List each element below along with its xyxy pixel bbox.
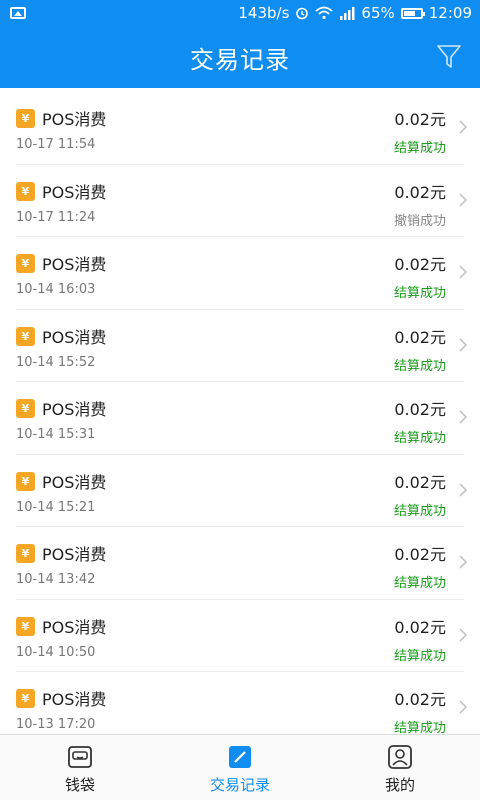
transaction-amount: 0.02元 (394, 545, 446, 564)
chevron-right-icon (459, 192, 468, 207)
transaction-status: 结算成功 (393, 648, 446, 664)
transaction-row[interactable]: ¥ POS消费 10-14 10:50 0.02元结算成功 (16, 600, 468, 672)
transaction-status: 撤销成功 (393, 213, 446, 229)
transaction-status: 结算成功 (393, 286, 446, 301)
records-icon (229, 746, 251, 768)
battery-icon (400, 7, 425, 19)
chevron-right-icon (459, 555, 468, 569)
transaction-title: POS消费 (42, 182, 107, 202)
transaction-row[interactable]: ¥ POS消费 10-14 15:31 0.02元结算成功 (16, 382, 468, 455)
chevron-right-icon (459, 337, 468, 352)
nav-mine-label: 我的 (384, 776, 415, 794)
transaction-amount: 0.02元 (394, 255, 446, 274)
transaction-status: 结算成功 (393, 358, 446, 374)
network-speed: 143b/s (238, 4, 290, 22)
transaction-list: ¥ POS消费 10-17 11:54 0.02元 结算成功 ¥ POS消费 10-17 11… (0, 88, 480, 734)
transaction-row[interactable]: ¥ POS消费 10-13 17:20 0.02元结算成功 (16, 672, 468, 734)
transaction-status: 结算成功 (393, 431, 446, 446)
chevron-right-icon (459, 410, 468, 424)
transaction-amount: 0.02元 (394, 110, 446, 129)
chevron-right-icon (459, 627, 468, 642)
bottom-nav: 钱袋 交易记录 我的 (0, 734, 480, 800)
transaction-time: 10-14 10:50 (16, 644, 96, 660)
transaction-time: 10-17 11:24 (16, 209, 96, 225)
transaction-title: POS消费 (42, 400, 107, 419)
transaction-title: POS消费 (42, 255, 107, 274)
transaction-row[interactable]: ¥ POS消费 10-14 13:42 0.02元结算成功 (16, 527, 468, 600)
yen-icon: ¥ (16, 544, 35, 563)
battery-percent: 65% (361, 4, 395, 22)
transaction-title: POS消费 (42, 690, 107, 709)
yen-icon: ¥ (16, 399, 35, 418)
transaction-row[interactable]: ¥ POS消费 10-14 15:52 0.02元结算成功 (16, 310, 468, 382)
yen-icon: ¥ (16, 254, 35, 273)
gallery-notification-icon (10, 7, 26, 19)
transaction-title: POS消费 (42, 110, 107, 129)
transaction-amount: 0.02元 (394, 690, 446, 709)
chevron-right-icon (459, 482, 468, 497)
filter-icon[interactable] (436, 43, 462, 71)
transaction-row[interactable]: ¥ POS消费 10-14 16:03 0.02元结算成功 (16, 237, 468, 310)
chevron-right-icon (459, 265, 468, 279)
transaction-title: POS消费 (42, 617, 107, 637)
yen-icon: ¥ (16, 471, 35, 491)
alarm-icon (295, 6, 309, 20)
transaction-status: 结算成功 (393, 503, 446, 519)
transaction-amount: 0.02元 (394, 182, 446, 202)
wallet-icon (68, 746, 92, 768)
transaction-title: POS消费 (42, 327, 107, 347)
clock: 12:09 (428, 4, 472, 22)
wifi-icon (315, 6, 334, 20)
transaction-time: 10-14 15:31 (16, 427, 96, 442)
signal-icon (339, 6, 355, 20)
transaction-row[interactable]: ¥ POS消费 10-17 11:24 0.02元撤销成功 (16, 165, 468, 237)
transaction-amount: 0.02元 (394, 617, 446, 637)
nav-wallet-label: 钱袋 (64, 776, 95, 794)
page-title: 交易记录 (190, 45, 290, 74)
nav-records-label: 交易记录 (209, 776, 270, 794)
yen-icon: ¥ (16, 326, 35, 346)
transaction-time: 10-13 17:20 (16, 717, 96, 732)
user-icon (388, 745, 412, 769)
transaction-row[interactable]: ¥ POS消费 10-17 11:54 0.02元结算成功 (16, 92, 468, 165)
transaction-time: 10-17 11:54 (16, 137, 96, 152)
status-bar: 143b/s 65% 12:09 (0, 0, 480, 26)
transaction-amount: 0.02元 (394, 472, 446, 492)
transaction-row[interactable]: ¥ POS消费 10-14 15:21 0.02元结算成功 (16, 455, 468, 527)
yen-icon: ¥ (16, 109, 35, 128)
transaction-status: 结算成功 (393, 721, 446, 734)
chevron-right-icon (459, 700, 468, 714)
transaction-time: 10-14 15:21 (16, 499, 96, 515)
yen-icon: ¥ (16, 181, 35, 201)
transaction-time: 10-14 13:42 (16, 572, 96, 587)
transaction-title: POS消费 (42, 472, 107, 492)
chevron-right-icon (459, 120, 468, 134)
transaction-status: 结算成功 (393, 576, 446, 591)
nav-mine[interactable]: 我的 (320, 735, 480, 800)
transaction-status: 结算成功 (393, 141, 446, 156)
transaction-title: POS消费 (42, 545, 107, 564)
transaction-time: 10-14 15:52 (16, 354, 96, 370)
app-header: 交易记录 (0, 26, 480, 88)
nav-records[interactable]: 交易记录 (160, 735, 320, 800)
nav-wallet[interactable]: 钱袋 (0, 735, 160, 800)
transaction-amount: 0.02元 (394, 400, 446, 419)
yen-icon: ¥ (16, 689, 35, 708)
transaction-amount: 0.02元 (394, 327, 446, 347)
yen-icon: ¥ (16, 616, 35, 636)
transaction-time: 10-14 16:03 (16, 282, 96, 297)
